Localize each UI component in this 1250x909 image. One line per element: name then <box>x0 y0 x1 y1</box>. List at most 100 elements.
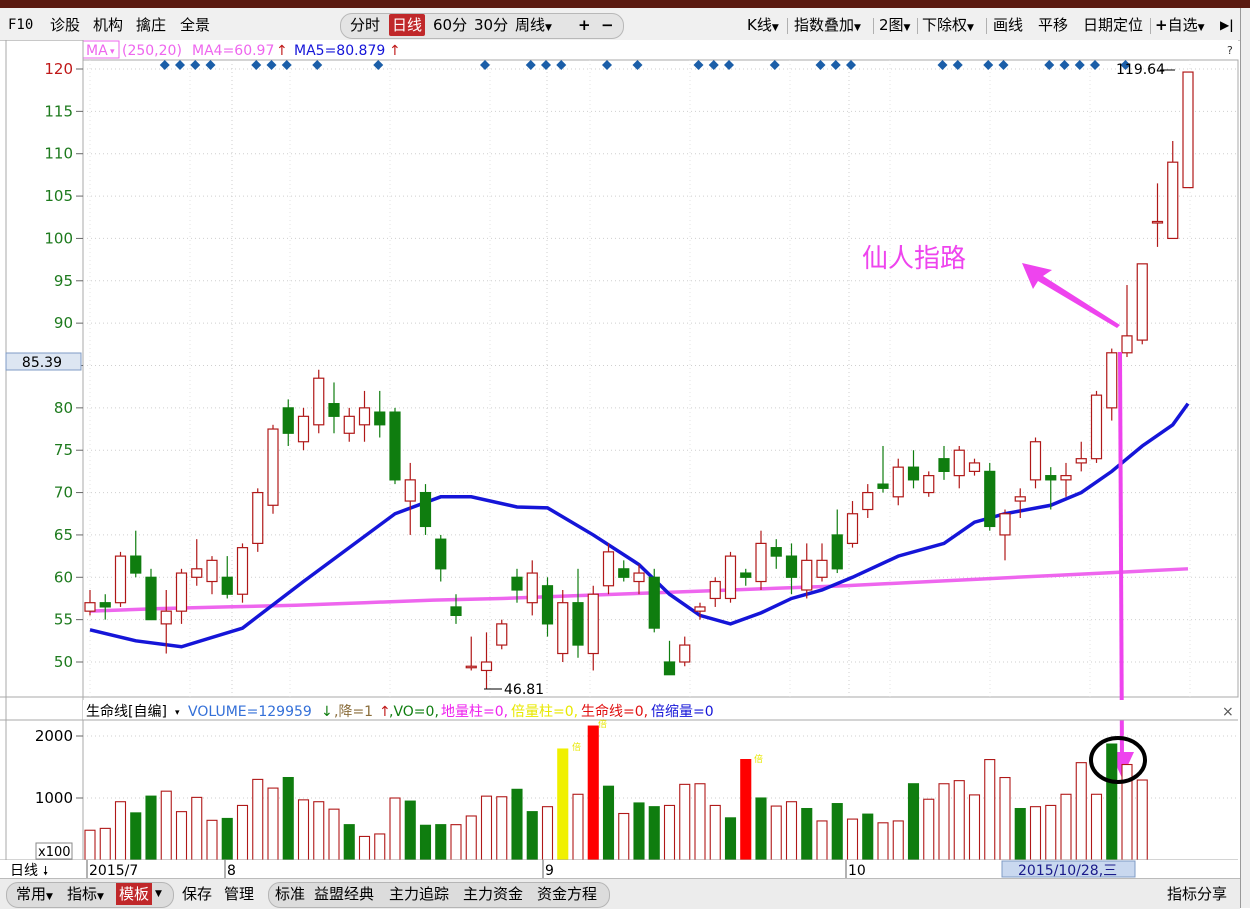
price-panel-frame <box>82 59 1239 698</box>
ma5-value: MA5=80.879 <box>294 43 385 59</box>
candle-body <box>1090 394 1103 460</box>
zhishudiejia-label: 指数叠加 <box>794 16 855 34</box>
volume-bar <box>84 829 96 861</box>
candle-body <box>557 602 569 655</box>
zhishudiejia-menu[interactable]: 指数叠加▼ <box>794 14 861 36</box>
huaxian-button[interactable]: 画线 <box>993 14 1023 36</box>
riqidingwei-button[interactable]: 日期定位 <box>1083 14 1143 36</box>
candle-body <box>419 491 432 528</box>
candle-body <box>831 534 843 570</box>
volume-bars <box>84 725 1148 861</box>
top-toolbar: F10 诊股 机构 擒庄 全景 分时 日线 60分 30分 周线▼ + − K线… <box>0 8 1240 41</box>
candle-body <box>1014 496 1026 502</box>
candle-body <box>435 538 447 570</box>
baocun-button[interactable]: 保存 <box>182 883 212 905</box>
guanli-button[interactable]: 管理 <box>224 883 254 905</box>
signal-diamond <box>952 60 963 70</box>
volume-bar <box>206 819 218 861</box>
f10-button[interactable]: F10 <box>8 14 33 36</box>
zhibiao-label: 指标 <box>67 885 98 903</box>
candle-body <box>1121 335 1133 354</box>
stock-chart[interactable]: MA ▾ (250,20) MA4=60.97 ↑ MA5=80.879 ↑ ?… <box>0 40 1240 861</box>
y-tick-label: 55 <box>54 611 73 629</box>
y-tick-label: 100 <box>44 229 73 247</box>
candle-body <box>633 572 645 583</box>
tab-zhouxian[interactable]: 周线▼ <box>515 14 552 36</box>
signal-diamond <box>373 60 384 70</box>
tab-zhulizhuizong[interactable]: 主力追踪 <box>389 883 449 905</box>
quanjing-button[interactable]: 全景 <box>180 14 210 36</box>
tab-yimengjingdian[interactable]: 益盟经典 <box>314 883 374 905</box>
close-icon[interactable]: × <box>1222 704 1234 720</box>
zhibiaofenxiang-button[interactable]: 指标分享 <box>1167 883 1227 905</box>
tab-30min[interactable]: 30分 <box>474 14 508 36</box>
signal-diamond <box>541 60 551 70</box>
signal-diamond <box>708 60 719 70</box>
y-tick-label: 80 <box>54 399 73 417</box>
indicator-name[interactable]: 生命线[自编] <box>86 703 167 720</box>
volume-bar <box>282 776 294 861</box>
volume-bar <box>191 796 203 861</box>
volume-bar <box>496 796 508 861</box>
help-icon[interactable]: ? <box>1227 44 1233 57</box>
tab-zijinfangcheng[interactable]: 资金方程 <box>537 883 597 905</box>
toolbar-divider <box>873 18 874 34</box>
zoom-out-button[interactable]: − <box>601 14 614 36</box>
zhibiao-menu[interactable]: 指标▼ <box>67 883 104 905</box>
candle-body <box>84 602 96 612</box>
tab-zhulizijin[interactable]: 主力资金 <box>463 883 523 905</box>
candle-body <box>1045 475 1057 481</box>
xiachuquan-menu[interactable]: 下除权▼ <box>922 14 974 36</box>
x-tick-label: 9 <box>545 863 554 878</box>
volume-bar <box>328 808 340 861</box>
jigou-button[interactable]: 机构 <box>93 14 123 36</box>
volume-bar <box>724 817 737 861</box>
period-label: 日线 <box>10 863 38 878</box>
caret-down-icon[interactable]: ▼ <box>155 883 162 905</box>
volume-bar <box>267 787 279 861</box>
candle-body <box>526 572 538 604</box>
volume-bar <box>480 795 493 861</box>
x-tick-label: 2015/7 <box>89 863 138 878</box>
candle-body <box>496 623 508 646</box>
candle-body <box>984 470 996 528</box>
volume-bar <box>175 811 188 861</box>
volume-bar <box>587 725 599 861</box>
tab-rixian[interactable]: 日线 <box>389 14 426 36</box>
volume-bar <box>114 801 127 861</box>
candle-body <box>145 576 157 621</box>
changyong-menu[interactable]: 常用▼ <box>16 883 53 905</box>
kxian-menu[interactable]: K线▼ <box>747 14 779 36</box>
y-tick-label: 115 <box>44 102 73 120</box>
zhengu-button[interactable]: 诊股 <box>50 14 80 36</box>
candle-body <box>1075 458 1087 464</box>
candle-body <box>358 407 371 426</box>
caret-down-icon: ▾ <box>175 708 180 718</box>
zixuan-menu[interactable]: +自选▼ <box>1155 14 1205 36</box>
y-tick-label: 120 <box>44 60 73 78</box>
candle-body <box>801 559 813 591</box>
candle-body <box>282 407 294 434</box>
volume-bar <box>221 817 233 861</box>
volume-bar <box>99 827 111 861</box>
pingyi-button[interactable]: 平移 <box>1038 14 1068 36</box>
volume-bar <box>740 759 752 861</box>
muban-menu[interactable]: 模板 <box>116 883 153 905</box>
zixuan-label: 自选 <box>1167 16 1198 34</box>
candle-body <box>999 513 1011 536</box>
volume-bar <box>160 790 172 861</box>
tab-biaozhun[interactable]: 标准 <box>275 883 305 905</box>
bottom-toolbar: 常用▼ 指标▼ 模板 ▼ 保存 管理 标准 益盟经典 主力追踪 主力资金 资金方… <box>0 878 1240 909</box>
next-page-icon[interactable]: ▶| <box>1220 14 1234 36</box>
volume-bar <box>557 748 569 861</box>
tu2-menu[interactable]: 2图▼ <box>879 14 910 36</box>
volume-bar <box>1136 779 1148 861</box>
zoom-in-button[interactable]: + <box>578 14 591 36</box>
tab-60min[interactable]: 60分 <box>433 14 467 36</box>
xiachuquan-label: 下除权 <box>922 16 968 34</box>
candle-body <box>892 466 904 498</box>
tab-fenshi[interactable]: 分时 <box>350 14 380 36</box>
candle-body <box>1060 475 1072 481</box>
qinzhuang-button[interactable]: 擒庄 <box>136 14 166 36</box>
volume-bar <box>648 806 660 861</box>
